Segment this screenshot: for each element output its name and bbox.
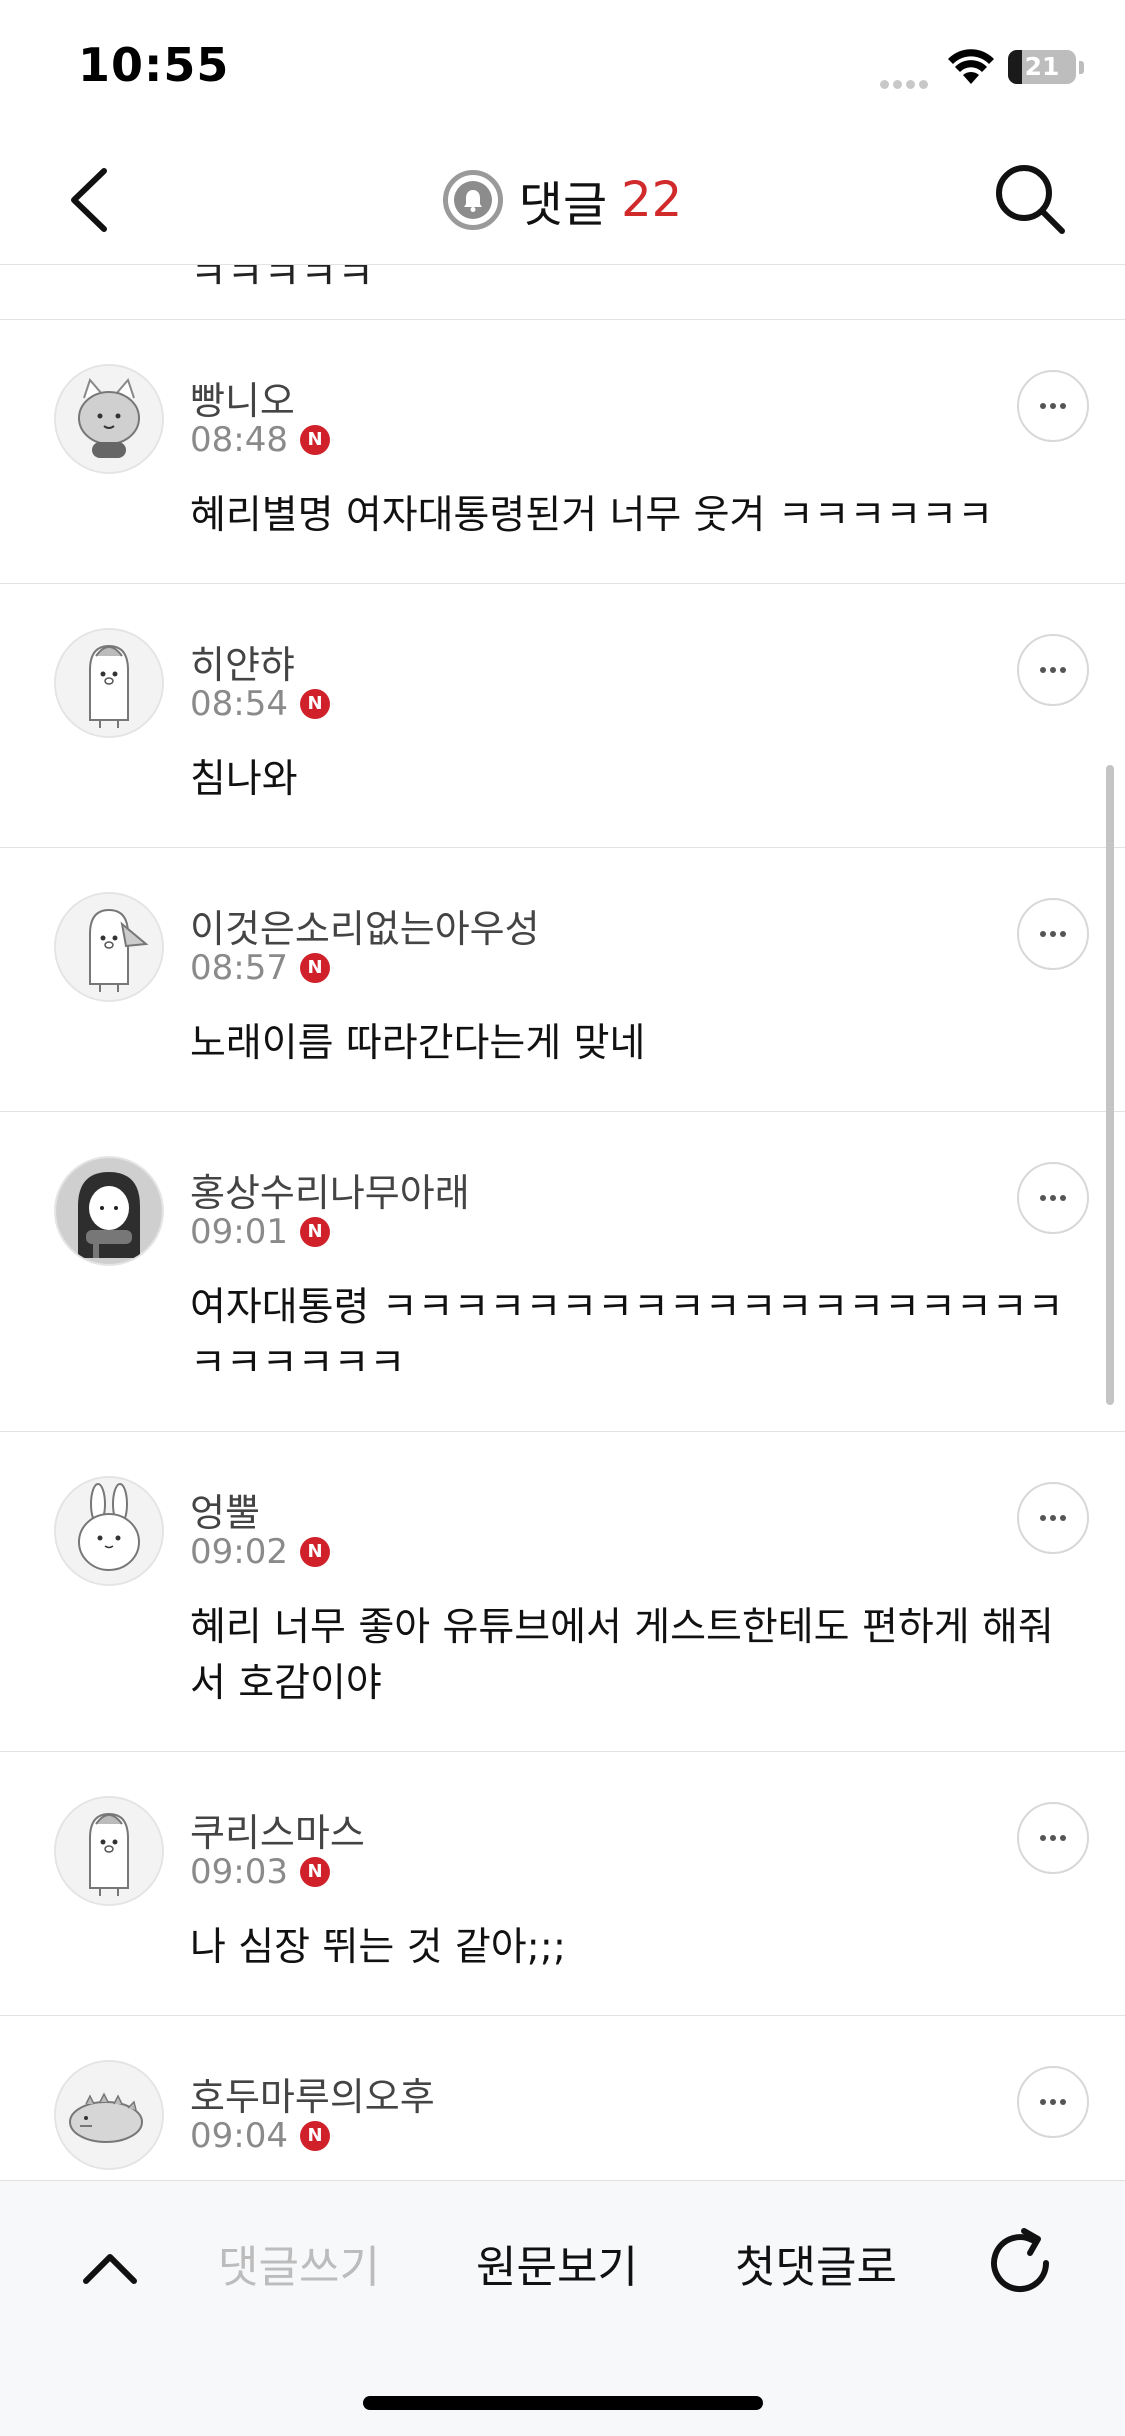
page-title: 댓글: [518, 177, 608, 233]
avatar[interactable]: [54, 1156, 164, 1266]
cellular-signal-icon: [880, 74, 934, 89]
status-bar: 10:55 21: [0, 0, 1125, 135]
more-horizontal-icon[interactable]: [1017, 898, 1089, 970]
comment-time: 08:57: [190, 948, 288, 988]
more-horizontal-icon[interactable]: [1017, 2066, 1089, 2138]
comment-item: 엉뿔 09:02 N 혜리 너무 좋아 유튜브에서 게스트한테도 편하게 해줘서…: [0, 1432, 1125, 1752]
comment-text: 침나와: [190, 757, 298, 802]
header: 댓글 22: [0, 135, 1125, 265]
comment-meta: 08:48 N: [190, 420, 330, 460]
comment-count: 22: [621, 172, 683, 228]
comment-meta: 09:04 N: [190, 2116, 330, 2156]
comment-text: 혜리 너무 좋아 유튜브에서 게스트한테도 편하게 해줘서 호감이야: [190, 1605, 1054, 1706]
battery-icon: 21: [1008, 50, 1076, 84]
new-badge: N: [299, 953, 330, 983]
comment-item: 홍상수리나무아래 09:01 N 여자대통령 ㅋㅋㅋㅋㅋㅋㅋㅋㅋㅋㅋㅋㅋㅋㅋㅋㅋ…: [0, 1112, 1125, 1432]
ghost-avatar-icon: [56, 894, 162, 1000]
more-horizontal-icon[interactable]: [1017, 1802, 1089, 1874]
comment-text: 여자대통령 ㅋㅋㅋㅋㅋㅋㅋㅋㅋㅋㅋㅋㅋㅋㅋㅋㅋㅋㅋㅋㅋㅋㅋㅋㅋ: [190, 1285, 1064, 1386]
status-time: 10:55: [78, 38, 230, 92]
more-horizontal-icon[interactable]: [1017, 1482, 1089, 1554]
new-badge: N: [299, 1217, 330, 1247]
header-title-group: 댓글 22: [0, 135, 1125, 265]
partial-comment: ㅋㅋㅋㅋㅋ: [0, 265, 1125, 320]
chevron-up-icon[interactable]: [70, 2229, 150, 2309]
ghost-avatar-icon: [56, 1798, 162, 1904]
battery-tip: [1079, 61, 1084, 74]
comment-text: 혜리별명 여자대통령된거 너무 웃겨 ㅋㅋㅋㅋㅋㅋ: [190, 493, 994, 538]
battery-level: 21: [1024, 52, 1060, 81]
comment-text: 나 심장 뛰는 것 같아;;;: [190, 1925, 567, 1970]
comment-author[interactable]: 빵니오: [190, 370, 295, 425]
comment-time: 08:48: [190, 420, 288, 460]
wifi-icon: [948, 49, 994, 84]
comment-item: 히얀햐 08:54 N 침나와: [0, 584, 1125, 848]
comment-meta: 09:02 N: [190, 1532, 330, 1572]
comment-item: 빵니오 08:48 N 혜리별명 여자대통령된거 너무 웃겨 ㅋㅋㅋㅋㅋㅋ: [0, 320, 1125, 584]
more-horizontal-icon[interactable]: [1017, 370, 1089, 442]
avatar[interactable]: [54, 364, 164, 474]
write-comment-button[interactable]: 댓글쓰기: [218, 2233, 380, 2303]
comment-item: 쿠리스마스 09:03 N 나 심장 뛰는 것 같아;;;: [0, 1752, 1125, 2016]
comment-meta: 09:01 N: [190, 1212, 330, 1252]
more-horizontal-icon[interactable]: [1017, 634, 1089, 706]
scrollbar[interactable]: [1106, 765, 1114, 1405]
comment-author[interactable]: 쿠리스마스: [190, 1802, 365, 1857]
refresh-icon[interactable]: [980, 2223, 1060, 2303]
rabbit-avatar-icon: [56, 1478, 162, 1584]
new-badge: N: [299, 2121, 330, 2151]
comment-meta: 09:03 N: [190, 1852, 330, 1892]
comment-text: 노래이름 따라간다는게 맞네: [190, 1021, 646, 1066]
comment-meta: 08:54 N: [190, 684, 330, 724]
avatar[interactable]: [54, 1476, 164, 1586]
comment-author[interactable]: 홍상수리나무아래: [190, 1162, 470, 1217]
comment-time: 08:54: [190, 684, 288, 724]
new-badge: N: [299, 425, 330, 455]
new-badge: N: [299, 1537, 330, 1567]
comment-time: 09:03: [190, 1852, 288, 1892]
comment-author[interactable]: 이것은소리없는아우성: [190, 898, 540, 953]
girl-avatar-icon: [56, 1158, 162, 1264]
comment-list[interactable]: ㅋㅋㅋㅋㅋ 빵니오 08:48 N 혜리별명 여자대통령된거 너무 웃겨 ㅋㅋㅋ…: [0, 265, 1125, 2180]
comment-author[interactable]: 호두마루의오후: [190, 2066, 435, 2121]
avatar[interactable]: [54, 2060, 164, 2170]
new-badge: N: [299, 1857, 330, 1887]
partial-comment-text: ㅋㅋㅋㅋㅋ: [190, 265, 374, 299]
more-horizontal-icon[interactable]: [1017, 1162, 1089, 1234]
comment-meta: 08:57 N: [190, 948, 330, 988]
ghost-avatar-icon: [56, 630, 162, 736]
avatar[interactable]: [54, 1796, 164, 1906]
avatar[interactable]: [54, 892, 164, 1002]
comment-time: 09:02: [190, 1532, 288, 1572]
comment-time: 09:04: [190, 2116, 288, 2156]
dinosaur-avatar-icon: [56, 2062, 162, 2168]
view-original-button[interactable]: 원문보기: [476, 2233, 638, 2303]
comment-item: 이것은소리없는아우성 08:57 N 노래이름 따라간다는게 맞네: [0, 848, 1125, 1112]
comment-item: 호두마루의오후 09:04 N: [0, 2016, 1125, 2180]
new-badge: N: [299, 689, 330, 719]
search-icon[interactable]: [990, 159, 1070, 239]
comment-time: 09:01: [190, 1212, 288, 1252]
first-comment-button[interactable]: 첫댓글로: [735, 2233, 897, 2303]
cat-avatar-icon: [56, 366, 162, 472]
bell-icon[interactable]: [442, 170, 503, 230]
home-indicator[interactable]: [363, 2396, 763, 2410]
avatar[interactable]: [54, 628, 164, 738]
comment-author[interactable]: 히얀햐: [190, 634, 295, 689]
comment-author[interactable]: 엉뿔: [190, 1482, 260, 1537]
